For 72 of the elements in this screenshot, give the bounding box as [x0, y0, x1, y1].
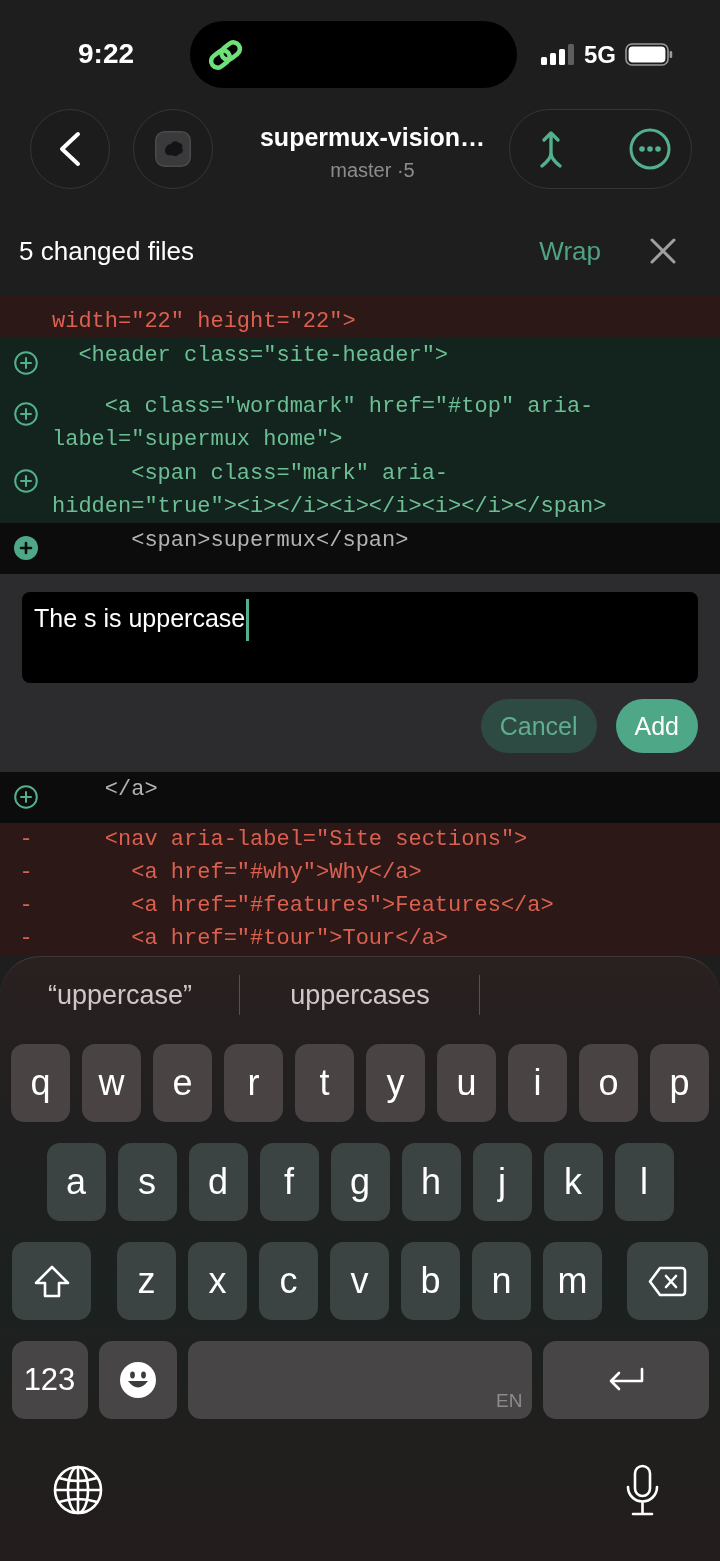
- keyboard-key[interactable]: f: [259, 1143, 319, 1221]
- keyboard-key[interactable]: r: [224, 1044, 283, 1122]
- plus-circle-filled-icon[interactable]: [14, 536, 38, 560]
- code-text: <a href="#why">Why</a>: [130, 859, 422, 887]
- keyboard-key[interactable]: n: [472, 1242, 531, 1320]
- battery-icon: [625, 43, 673, 66]
- suggestion[interactable]: “uppercase”: [47, 979, 193, 1011]
- keyboard-key[interactable]: a: [46, 1143, 106, 1221]
- branch-subtitle: master ·5: [330, 158, 415, 183]
- plus-circle-icon[interactable]: [14, 351, 38, 375]
- plus-circle-icon[interactable]: [14, 402, 38, 426]
- microphone-icon[interactable]: [624, 1464, 661, 1516]
- keyboard-key[interactable]: q: [11, 1044, 70, 1122]
- wrap-button[interactable]: Wrap: [539, 236, 601, 266]
- delete-key[interactable]: [627, 1242, 708, 1320]
- cancel-button[interactable]: Cancel: [480, 699, 597, 753]
- keyboard-key[interactable]: s: [117, 1143, 177, 1221]
- signal-icon: [541, 44, 575, 65]
- shift-icon: [33, 1264, 70, 1298]
- plus-circle-icon[interactable]: [14, 785, 38, 809]
- code-text: <a href="#features">Features</a>: [130, 892, 554, 920]
- keyboard-key[interactable]: e: [153, 1044, 212, 1122]
- text-cursor: [246, 599, 250, 642]
- keyboard-key[interactable]: b: [401, 1242, 460, 1320]
- network-label: 5G: [584, 40, 616, 69]
- close-icon[interactable]: [650, 238, 676, 264]
- blob-icon: [155, 131, 191, 167]
- keyboard-key[interactable]: x: [188, 1242, 247, 1320]
- minus-sign: -: [19, 892, 33, 920]
- code-text: <a href="#tour">Tour</a>: [130, 925, 449, 953]
- minus-sign: -: [19, 925, 33, 953]
- keyboard-key[interactable]: j: [472, 1143, 532, 1221]
- keyboard-key[interactable]: o: [579, 1044, 638, 1122]
- keyboard-key[interactable]: v: [330, 1242, 389, 1320]
- emoji-key[interactable]: [98, 1341, 177, 1419]
- keyboard-key[interactable]: y: [366, 1044, 425, 1122]
- code-text: width="22" height="22">: [52, 308, 356, 336]
- repo-title: supermux-vision…: [259, 122, 486, 153]
- minus-sign: -: [19, 826, 33, 854]
- keyboard-key[interactable]: l: [614, 1143, 674, 1221]
- keyboard-key[interactable]: w: [82, 1044, 141, 1122]
- keyboard-key[interactable]: d: [188, 1143, 248, 1221]
- code-text: <span>supermux</span>: [130, 527, 409, 555]
- keyboard-key[interactable]: i: [508, 1044, 567, 1122]
- code-text: <a class="wordmark" href="#top" aria-label="supermux home">: [52, 393, 595, 454]
- keyboard-key[interactable]: g: [330, 1143, 390, 1221]
- keyboard-key[interactable]: h: [401, 1143, 461, 1221]
- keyboard-key[interactable]: k: [543, 1143, 603, 1221]
- code-text: </a>: [103, 776, 158, 804]
- keyboard-key[interactable]: u: [437, 1044, 496, 1122]
- plus-circle-icon[interactable]: [14, 469, 38, 493]
- globe-icon[interactable]: [53, 1465, 103, 1515]
- smiley-icon: [119, 1362, 156, 1398]
- keyboard-key[interactable]: c: [259, 1242, 318, 1320]
- keyboard-key[interactable]: p: [650, 1044, 709, 1122]
- more-icon[interactable]: [629, 128, 671, 170]
- numbers-key[interactable]: 123: [11, 1341, 88, 1419]
- changed-files-title: 5 changed files: [19, 236, 194, 266]
- keyboard-key[interactable]: m: [543, 1242, 602, 1320]
- backspace-icon: [648, 1265, 687, 1297]
- status-time: 9:22: [78, 37, 135, 71]
- keyboard-key[interactable]: t: [295, 1044, 354, 1122]
- code-text: <nav aria-label="Site sections">: [103, 826, 528, 854]
- code-text: <span class="mark" aria-hidden="true"><i></i><i></i><i></i></span>: [52, 460, 608, 521]
- shift-key[interactable]: [12, 1242, 91, 1320]
- keyboard-key[interactable]: z: [117, 1242, 176, 1320]
- comment-field[interactable]: The s is uppercase: [22, 592, 698, 683]
- suggestion[interactable]: uppercases: [290, 979, 430, 1011]
- chevron-left-icon: [58, 131, 82, 167]
- minus-sign: -: [19, 859, 33, 887]
- code-text: <header class="site-header">: [77, 342, 449, 370]
- merge-icon[interactable]: [538, 129, 564, 169]
